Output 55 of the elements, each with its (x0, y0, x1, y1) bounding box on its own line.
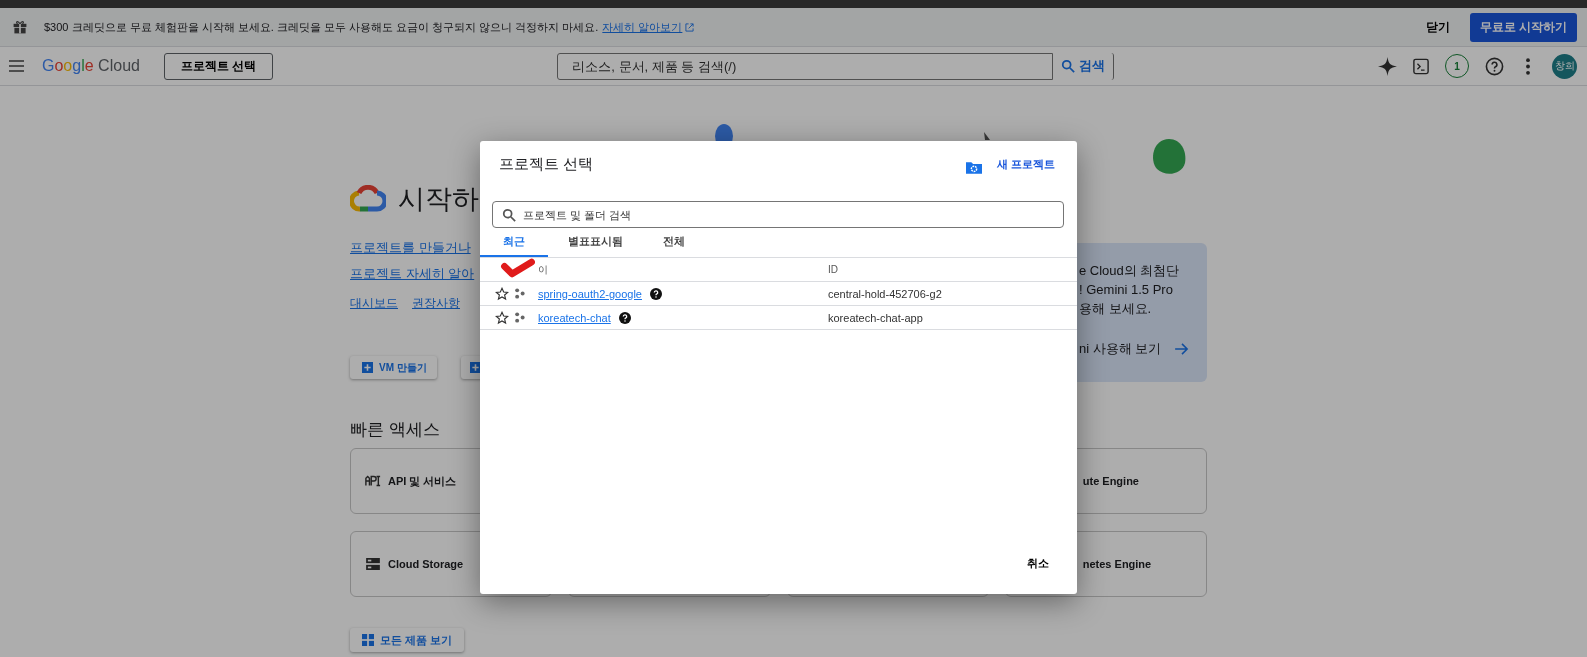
new-project-link[interactable]: 새 프로젝트 (996, 156, 1055, 172)
hero-link[interactable]: 프로젝트 자세히 알아 (350, 265, 475, 283)
dialog-tab[interactable]: 별표표시됨 (548, 228, 643, 257)
storage-icon (365, 558, 381, 570)
banner-message: $300 크레딧으로 무료 체험판을 시작해 보세요. 크레딧을 모두 사용해도 요금이 청구되지 않으니 걱정하지 마세요. (44, 19, 599, 35)
project-link[interactable]: koreatech-chat (538, 311, 611, 324)
nav-link[interactable]: 대시보드 (350, 295, 398, 312)
checkmark-annotation (500, 257, 536, 279)
arrow-right-icon (1175, 343, 1190, 355)
grid-icon (362, 634, 374, 646)
star-icon[interactable] (495, 310, 509, 325)
dialog-title: 프로젝트 선택 (499, 154, 594, 174)
help-icon[interactable] (1485, 56, 1504, 76)
sparkle-icon[interactable] (1378, 56, 1397, 76)
menu-icon[interactable] (9, 60, 24, 72)
hero-link[interactable]: 프로젝트를 만들거나 (350, 239, 471, 257)
promo-action[interactable]: ni 사용해 보기 (1079, 340, 1162, 358)
project-picker-button[interactable]: 프로젝트 선택 (163, 52, 274, 80)
column-header: 이 (538, 262, 549, 277)
section-title: 빠른 액세스 (350, 419, 441, 441)
search-icon (1061, 59, 1076, 73)
search-field[interactable]: 리소스, 문서, 제품 등 검색(/) (557, 52, 1054, 80)
all-products-button[interactable]: 모든 제품 보기 (350, 628, 465, 652)
dialog-tab[interactable]: 전체 (643, 228, 705, 257)
create-button[interactable]: VM 만들기 (350, 356, 437, 379)
google-cloud-logo[interactable]: Google Cloud (42, 57, 140, 75)
project-link[interactable]: spring-oauth2-google (538, 287, 642, 300)
user-avatar[interactable]: 창희 (1552, 53, 1577, 79)
dialog-tab[interactable]: 최근 (480, 228, 548, 257)
external-link-icon (685, 22, 695, 32)
star-icon[interactable] (495, 286, 509, 301)
project-id: central-hold-452706-g2 (828, 287, 942, 300)
api-icon (365, 475, 381, 487)
close-button[interactable]: 닫기 (1419, 14, 1456, 40)
learn-more-link[interactable]: 자세히 알아보기 (602, 19, 683, 35)
project-id: koreatech-chat-app (828, 311, 923, 324)
help-icon[interactable] (618, 311, 631, 324)
help-icon[interactable] (649, 287, 662, 300)
project-search-field[interactable]: 프로젝트 및 폴더 검색 (492, 201, 1064, 228)
promo-text: 용해 보세요. (1079, 300, 1153, 318)
plus-icon (362, 362, 373, 373)
start-free-button[interactable]: 무료로 시작하기 (1469, 12, 1577, 42)
project-icon (514, 288, 525, 299)
promo-text: ! Gemini 1.5 Pro (1079, 281, 1174, 299)
cloud-logo-icon (350, 185, 386, 213)
gift-icon (12, 19, 28, 35)
folder-gear-icon[interactable] (965, 160, 982, 174)
page-title: 시작하 (398, 183, 479, 216)
column-header: ID (828, 264, 838, 275)
terminal-icon[interactable] (1413, 56, 1429, 76)
project-icon (514, 312, 525, 323)
promo-text: e Cloud의 최첨단 (1079, 262, 1181, 280)
cancel-button[interactable]: 취소 (1021, 555, 1055, 572)
nav-link[interactable]: 권장사항 (412, 295, 460, 312)
search-icon (502, 208, 516, 222)
